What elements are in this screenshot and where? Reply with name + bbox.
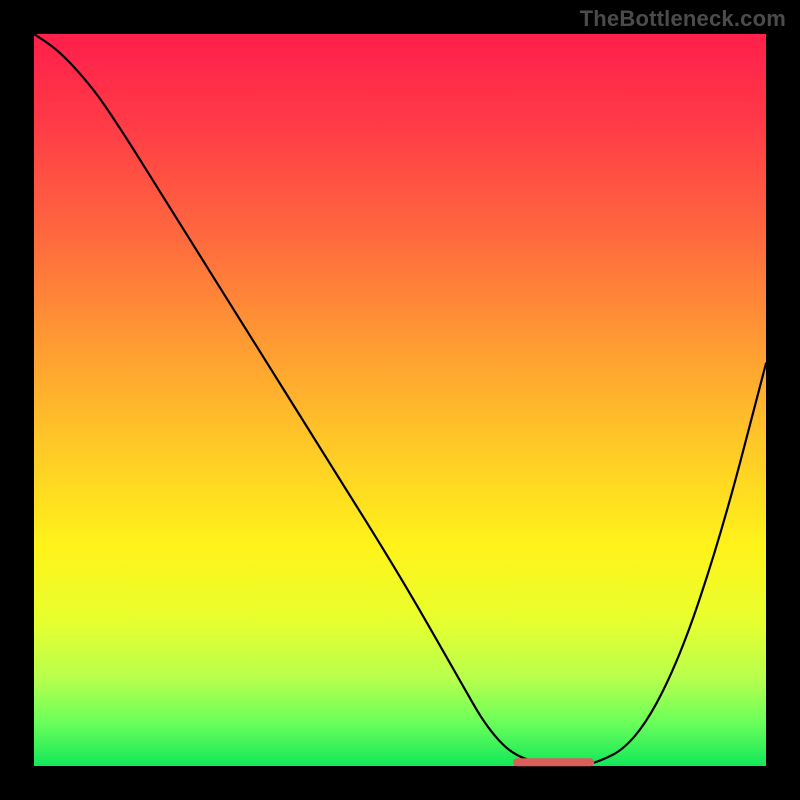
bottleneck-curve-svg bbox=[34, 34, 766, 766]
bottleneck-curve bbox=[34, 34, 766, 766]
plot-area bbox=[34, 34, 766, 766]
chart-frame: TheBottleneck.com bbox=[0, 0, 800, 800]
watermark-text: TheBottleneck.com bbox=[580, 6, 786, 32]
